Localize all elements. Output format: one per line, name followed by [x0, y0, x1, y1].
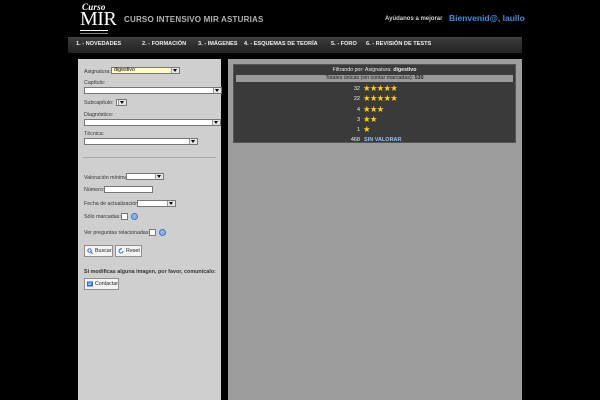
buscar-label: Buscar: [95, 248, 112, 254]
help-icon[interactable]: [159, 229, 166, 236]
chevron-down-icon: [171, 68, 179, 73]
filter-divider: [83, 157, 216, 158]
rating-row[interactable]: 1 ★: [234, 124, 517, 135]
ratings-summary-panel: Filtrando por: Asignatura: digestivo Tot…: [233, 64, 516, 143]
numero-label: Número:: [84, 187, 105, 193]
nav-revision-tests[interactable]: 6. - REVISIÓN DE TESTS: [366, 41, 431, 47]
contactar-button[interactable]: Contactar: [84, 278, 119, 290]
filter-sidebar: Asignatura: digestivo Capítulo: Subcapít…: [78, 59, 222, 400]
nav-imagenes[interactable]: 3. - IMÁGENES: [198, 41, 237, 47]
asignatura-selected: digestivo: [114, 67, 135, 73]
star-rating-icon: ★★: [363, 114, 377, 124]
modify-image-note: Si modificas alguna imagen, por favor, c…: [84, 269, 216, 275]
results-area: Filtrando por: Asignatura: digestivo Tot…: [228, 59, 522, 400]
totals-value: 530: [414, 75, 424, 81]
ver-preguntas-label: Ver preguntas relacionadas:: [84, 230, 150, 236]
star-rating-icon: ★★★★★: [363, 83, 398, 93]
totals-label: Totales únicas (sin contar marcadas):: [325, 75, 414, 81]
chevron-down-icon: [189, 139, 197, 144]
star-rating-icon: ★: [363, 124, 371, 134]
chevron-down-icon: [212, 120, 220, 125]
contact-card-icon: [87, 281, 93, 287]
chevron-down-icon: [118, 100, 126, 105]
site-logo[interactable]: Curso MIR: [80, 2, 117, 35]
tecnica-label: Técnica:: [84, 131, 105, 137]
unrated-row[interactable]: 468 SIN VALORAR: [234, 136, 517, 145]
nav-esquemas-teoria[interactable]: 4. - ESQUEMAS DE TEORÍA: [244, 41, 318, 47]
solo-marcadas-label: Sólo marcadas:: [84, 214, 121, 220]
asignatura-select[interactable]: digestivo: [111, 67, 180, 74]
tecnica-select[interactable]: [84, 138, 198, 145]
unrated-count: 468: [350, 137, 360, 143]
filter-value: digestivo: [393, 67, 417, 73]
reset-button[interactable]: Reset: [115, 245, 142, 257]
nav-foro[interactable]: 5. - FORO: [331, 41, 357, 47]
filter-prefix: Filtrando por: Asignatura:: [332, 67, 392, 73]
help-improve-link[interactable]: Ayúdanos a mejorar: [385, 16, 442, 22]
buscar-button[interactable]: Buscar: [84, 245, 113, 257]
fecha-actualizacion-select[interactable]: [137, 200, 176, 207]
unrated-link[interactable]: SIN VALORAR: [364, 137, 401, 143]
filter-summary: Filtrando por: Asignatura: digestivo: [236, 67, 513, 74]
capitulo-select[interactable]: [84, 87, 222, 94]
nav-formacion[interactable]: 2. - FORMACIÓN: [142, 41, 186, 47]
rating-row[interactable]: 3 ★★: [234, 114, 517, 125]
asignatura-label: Asignatura:: [84, 69, 111, 75]
logo-big-text: MIR: [80, 8, 117, 30]
rating-count: 1: [356, 127, 360, 133]
nav-novedades[interactable]: 1. - NOVEDADES: [76, 41, 121, 47]
help-icon[interactable]: [131, 213, 138, 220]
chevron-down-icon: [167, 201, 175, 206]
solo-marcadas-checkbox[interactable]: [121, 213, 128, 220]
rating-count: 32: [353, 86, 360, 92]
fecha-actualizacion-label: Fecha de actualización:: [84, 201, 140, 207]
chevron-down-icon: [155, 174, 163, 179]
star-rating-icon: ★★★: [363, 104, 384, 114]
search-icon: [87, 248, 93, 254]
logo-rule: [80, 30, 108, 31]
rating-row[interactable]: 22 ★★★★★: [234, 93, 517, 104]
ver-preguntas-checkbox[interactable]: [149, 229, 156, 236]
rating-count: 4: [356, 107, 360, 113]
site-title: CURSO INTENSIVO MIR ASTURIAS: [124, 15, 264, 24]
star-rating-icon: ★★★★★: [363, 93, 398, 103]
rating-count: 22: [353, 96, 360, 102]
diagnostico-label: Diagnóstico:: [84, 112, 114, 118]
valoracion-minima-select[interactable]: [126, 173, 164, 180]
main-nav: 1. - NOVEDADES 2. - FORMACIÓN 3. - IMÁGE…: [68, 37, 522, 53]
refresh-icon: [118, 248, 124, 254]
reset-label: Reset: [126, 248, 140, 254]
header: Curso MIR CURSO INTENSIVO MIR ASTURIAS A…: [0, 0, 600, 38]
rating-count: 3: [356, 117, 360, 123]
welcome-user-link[interactable]: Bienvenid@, laullo: [449, 13, 525, 23]
totals-bar: Totales únicas (sin contar marcadas): 53…: [236, 75, 513, 82]
subcapitulo-select[interactable]: [116, 99, 127, 106]
contactar-label: Contactar: [95, 281, 118, 287]
logo-rule-secondary: [80, 33, 108, 34]
diagnostico-select[interactable]: [84, 119, 221, 126]
subcapitulo-label: Subcapítulo:: [84, 100, 114, 106]
capitulo-label: Capítulo:: [84, 80, 106, 86]
chevron-down-icon: [213, 88, 221, 93]
valoracion-minima-label: Valoración mínima:: [84, 175, 129, 181]
numero-input[interactable]: [104, 186, 153, 193]
